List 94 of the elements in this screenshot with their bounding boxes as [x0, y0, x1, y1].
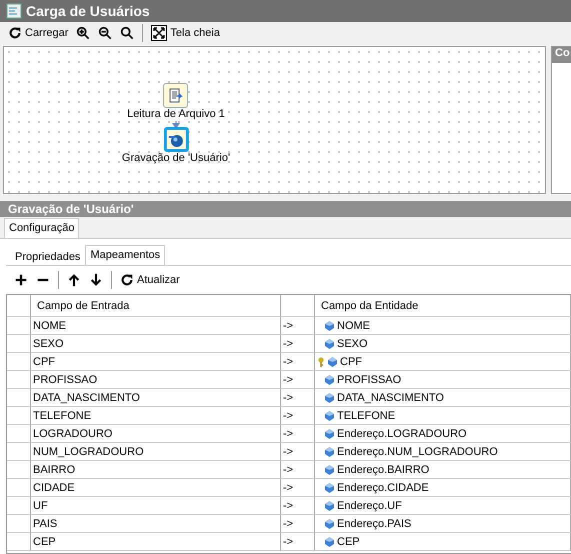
fullscreen-button[interactable]: Tela cheia	[149, 24, 222, 42]
panel-title: Co	[552, 47, 571, 63]
arrow-down-icon	[89, 273, 103, 287]
field-icon	[325, 482, 334, 492]
table-cell: ->	[281, 461, 315, 479]
column-header: Campo de Entrada	[31, 295, 281, 317]
column-header: Campo da Entidade	[315, 295, 571, 317]
table-cell: SEXO	[31, 335, 281, 353]
table-cell: CEP	[31, 533, 281, 551]
field-icon	[325, 428, 334, 438]
table-cell: DATA_NASCIMENTO	[31, 389, 281, 407]
node-label: Leitura de Arquivo 1	[127, 108, 225, 120]
table-cell: Endereço.CIDADE	[337, 482, 429, 494]
row-header	[7, 353, 31, 371]
table-cell: Endereço.BAIRRO	[337, 464, 430, 476]
field-icon	[325, 374, 334, 384]
connector-arrow	[172, 121, 180, 129]
field-icon	[325, 446, 334, 456]
panel-title: Gravação de 'Usuário'	[0, 201, 571, 217]
table-cell: ->	[281, 407, 315, 425]
table-cell: TELEFONE	[31, 407, 281, 425]
table-cell: BAIRRO	[31, 461, 281, 479]
table-cell: ->	[281, 425, 315, 443]
table-cell: PROFISSAO	[337, 374, 402, 386]
table-cell: NUM_LOGRADOURO	[31, 443, 281, 461]
field-icon	[325, 392, 334, 402]
reload-button[interactable]: Carregar	[6, 25, 70, 41]
table-cell: ->	[281, 479, 315, 497]
field-icon	[325, 320, 334, 330]
column-header	[281, 295, 315, 317]
table-cell: ->	[281, 371, 315, 389]
table-cell: NOME	[31, 317, 281, 335]
field-icon	[325, 500, 334, 510]
field-icon	[325, 536, 334, 546]
row-header	[7, 515, 31, 533]
table-cell: NOME	[337, 320, 370, 332]
table-cell: ->	[281, 443, 315, 461]
field-icon	[325, 410, 334, 420]
node-label: Gravação de 'Usuário'	[122, 152, 230, 164]
column-header	[7, 295, 31, 317]
table-cell: ->	[281, 335, 315, 353]
table-cell: CPF	[340, 356, 362, 368]
row-header	[7, 389, 31, 407]
row-header	[7, 479, 31, 497]
row-header	[7, 443, 31, 461]
row-header	[7, 317, 31, 335]
row-header	[7, 497, 31, 515]
table-cell: LOGRADOURO	[31, 425, 281, 443]
diagram-node[interactable]	[164, 83, 188, 108]
table-cell: Endereço.NUM_LOGRADOURO	[337, 446, 498, 458]
document-icon	[168, 88, 184, 104]
table-cell: DATA_NASCIMENTO	[337, 392, 444, 404]
table-cell: ->	[281, 533, 315, 551]
field-icon	[325, 518, 334, 528]
table-cell: Endereço.PAIS	[337, 518, 412, 530]
row-header	[7, 425, 31, 443]
reload-button[interactable]: Atualizar	[118, 272, 182, 288]
table-cell: CPF	[31, 353, 281, 371]
window-icon	[6, 3, 22, 19]
reload-icon	[120, 273, 134, 287]
window-title: Carga de Usuários	[26, 3, 150, 19]
table-cell: Endereço.LOGRADOURO	[337, 428, 467, 440]
table-cell: ->	[281, 389, 315, 407]
table-cell: ->	[281, 317, 315, 335]
row-header	[7, 335, 31, 353]
row-header	[7, 533, 31, 551]
tab[interactable]: Propriedades	[10, 248, 86, 265]
row-header	[7, 461, 31, 479]
magnifier-icon	[120, 26, 134, 40]
table-cell: CEP	[337, 536, 360, 548]
field-icon	[325, 464, 334, 474]
fullscreen-icon	[151, 25, 168, 41]
table-cell: UF	[31, 497, 281, 515]
table-cell: Endereço.UF	[337, 500, 402, 512]
table-cell: CIDADE	[31, 479, 281, 497]
diagram-node[interactable]	[164, 127, 188, 152]
reload-icon	[8, 26, 22, 40]
table-cell: PROFISSAO	[31, 371, 281, 389]
row-header	[7, 371, 31, 389]
arrow-up-icon	[67, 273, 81, 287]
table-cell: TELEFONE	[337, 410, 396, 422]
table-cell: SEXO	[337, 338, 368, 350]
table-cell: ->	[281, 515, 315, 533]
tab[interactable]: Mapeamentos	[85, 245, 166, 265]
zoom-in-icon	[76, 26, 90, 40]
tab[interactable]: Configuração	[4, 218, 80, 238]
plus-icon	[14, 273, 28, 287]
zoom-out-icon	[98, 26, 112, 40]
field-icon	[328, 356, 337, 366]
table-cell: ->	[281, 497, 315, 515]
row-header	[7, 407, 31, 425]
table-cell: ->	[281, 353, 315, 371]
table-cell: PAIS	[31, 515, 281, 533]
field-icon	[325, 338, 334, 348]
